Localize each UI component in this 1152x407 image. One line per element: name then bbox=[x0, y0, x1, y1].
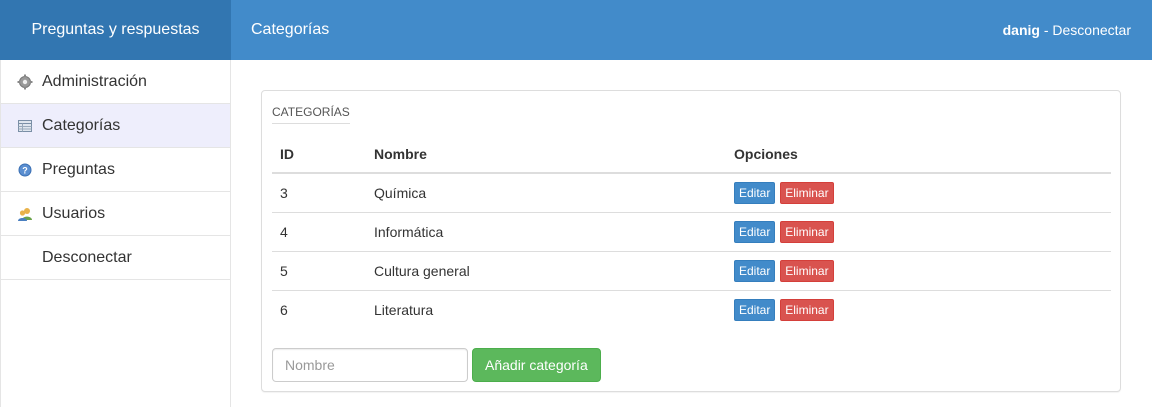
sidebar-item-categorias[interactable]: Categorías bbox=[1, 104, 230, 148]
row-options: Editar Eliminar bbox=[726, 173, 1111, 213]
categories-table: ID Nombre Opciones 3 Química Editar Elim… bbox=[272, 135, 1111, 329]
edit-button[interactable]: Editar bbox=[734, 220, 776, 243]
delete-button[interactable]: Eliminar bbox=[780, 298, 834, 321]
table-row: 4 Informática Editar Eliminar bbox=[272, 212, 1111, 252]
delete-button[interactable]: Eliminar bbox=[780, 181, 834, 204]
sidebar-item-label: Preguntas bbox=[42, 160, 115, 178]
logout-link[interactable]: Desconectar bbox=[1052, 22, 1131, 38]
table-icon bbox=[17, 118, 33, 134]
sidebar: Administración Categorías ? Preguntas Us… bbox=[0, 60, 231, 407]
sidebar-item-preguntas[interactable]: ? Preguntas bbox=[1, 148, 230, 192]
row-id: 3 bbox=[272, 173, 366, 213]
row-name: Química bbox=[366, 173, 726, 213]
sidebar-item-label: Usuarios bbox=[42, 204, 106, 222]
svg-text:?: ? bbox=[22, 165, 28, 175]
users-icon bbox=[17, 206, 33, 222]
question-icon: ? bbox=[17, 162, 33, 178]
table-header-row: ID Nombre Opciones bbox=[272, 135, 1111, 174]
delete-button[interactable]: Eliminar bbox=[780, 220, 834, 243]
table-row: 6 Literatura Editar Eliminar bbox=[272, 290, 1111, 329]
user-separator: - bbox=[1039, 22, 1053, 38]
row-options: Editar Eliminar bbox=[726, 251, 1111, 291]
sidebar-item-usuarios[interactable]: Usuarios bbox=[1, 192, 230, 236]
sidebar-item-label: Desconectar bbox=[42, 248, 132, 266]
gear-icon bbox=[17, 74, 33, 90]
delete-button[interactable]: Eliminar bbox=[780, 259, 834, 282]
row-id: 4 bbox=[272, 212, 366, 252]
user-area: danig - Desconectar bbox=[1003, 0, 1131, 60]
column-header-id: ID bbox=[272, 135, 366, 174]
row-name: Literatura bbox=[374, 301, 434, 318]
edit-button[interactable]: Editar bbox=[734, 181, 776, 204]
category-name-input[interactable] bbox=[272, 348, 468, 382]
page-title: Categorías bbox=[251, 21, 330, 38]
add-category-form: Añadir categoría bbox=[272, 348, 601, 382]
column-header-opciones: Opciones bbox=[726, 135, 1111, 174]
row-id: 6 bbox=[280, 301, 288, 318]
sidebar-item-administracion[interactable]: Administración bbox=[1, 60, 230, 104]
edit-button[interactable]: Editar bbox=[734, 298, 776, 321]
row-options: Editar Eliminar bbox=[726, 290, 1111, 329]
column-header-nombre: Nombre bbox=[366, 135, 726, 174]
sidebar-item-label: Administración bbox=[42, 72, 147, 90]
row-id: 5 bbox=[272, 251, 366, 291]
table-row: 3 Química Editar Eliminar bbox=[272, 173, 1111, 213]
add-category-button[interactable]: Añadir categoría bbox=[472, 348, 601, 382]
username: danig bbox=[1002, 22, 1040, 38]
row-options: Editar Eliminar bbox=[726, 212, 1111, 252]
top-navbar: Preguntas y respuestas Categorías danig … bbox=[0, 0, 1152, 60]
sidebar-item-label: Categorías bbox=[42, 116, 121, 134]
brand-title[interactable]: Preguntas y respuestas bbox=[0, 0, 231, 60]
table-row: 5 Cultura general Editar Eliminar bbox=[272, 251, 1111, 291]
sidebar-item-desconectar[interactable]: Desconectar bbox=[1, 236, 230, 280]
categories-panel: CATEGORÍAS ID Nombre Opciones 3 Química … bbox=[261, 90, 1121, 392]
edit-button[interactable]: Editar bbox=[734, 259, 776, 282]
row-name: Cultura general bbox=[366, 251, 726, 291]
row-name: Informática bbox=[366, 212, 726, 252]
panel-title: CATEGORÍAS bbox=[272, 105, 350, 124]
